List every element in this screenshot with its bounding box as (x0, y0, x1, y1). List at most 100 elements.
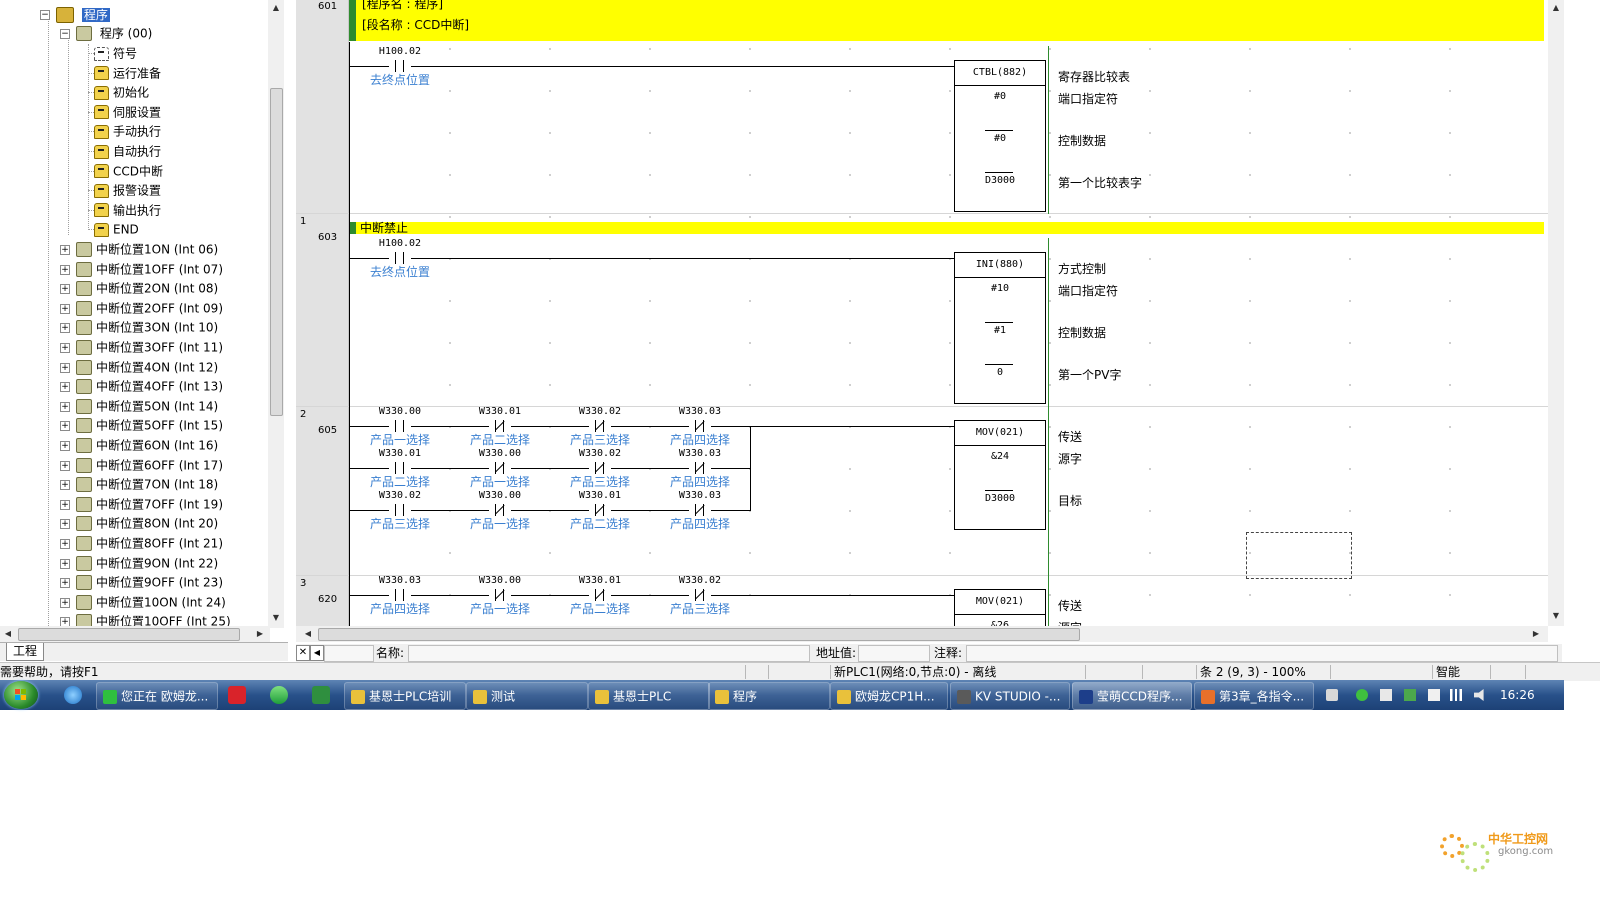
volume-icon[interactable] (1474, 689, 1484, 701)
tree-horizontal-scrollbar[interactable]: ◀ ▶ (0, 626, 270, 642)
tree-item-root[interactable]: 程序 (56, 5, 110, 23)
cursor-selection-box[interactable] (1246, 532, 1352, 579)
tree-item-section[interactable]: END (94, 220, 139, 238)
instruction-block[interactable]: MOV(021) &24 D3000 (954, 420, 1046, 530)
taskbar-button[interactable]: 第3章_各指令... (1194, 682, 1314, 710)
tree-item-section[interactable]: 初始化 (94, 83, 149, 101)
start-button[interactable] (4, 681, 38, 709)
expand-toggle[interactable]: + (60, 284, 70, 295)
expand-toggle[interactable]: + (60, 460, 70, 471)
internet-explorer-icon[interactable] (64, 686, 82, 704)
scroll-up-arrow[interactable]: ▲ (1548, 0, 1564, 16)
media-player-icon[interactable] (270, 686, 288, 704)
instruction-block[interactable]: MOV(021) &26 (954, 589, 1046, 626)
expand-toggle[interactable]: + (60, 558, 70, 569)
tree-item-task[interactable]: 中断位置3OFF (Int 11) (76, 338, 223, 356)
tree-item-section[interactable]: 符号 (94, 44, 137, 62)
tree-item-task[interactable]: 中断位置7OFF (Int 19) (76, 495, 223, 513)
tree-item-section[interactable]: CCD中断 (94, 162, 163, 180)
tree-item-section[interactable]: 自动执行 (94, 142, 161, 160)
address-field[interactable] (858, 645, 930, 662)
scroll-left-arrow[interactable]: ◀ (300, 626, 316, 642)
taskbar-button[interactable]: 基恩士PLC培训 (344, 682, 466, 710)
taskbar-button[interactable]: 测试 (466, 682, 588, 710)
tree-item-section[interactable]: 报警设置 (94, 181, 161, 199)
tree-item-section[interactable]: 手动执行 (94, 122, 161, 140)
network-device-icon[interactable] (1380, 689, 1392, 701)
scroll-right-arrow[interactable]: ▶ (1528, 626, 1544, 642)
app-shortcut-icon[interactable] (312, 686, 330, 704)
instruction-block[interactable]: INI(880) #10 #1 0 (954, 252, 1046, 404)
scroll-left-arrow[interactable]: ◀ (0, 626, 16, 642)
taskbar-button[interactable]: 基恩士PLC (588, 682, 710, 710)
dock-arrow-icon[interactable]: ◀ (310, 645, 324, 661)
scroll-thumb[interactable] (18, 628, 240, 641)
security-icon[interactable] (1404, 689, 1416, 701)
ladder-vertical-scrollbar[interactable]: ▲ ▼ (1548, 0, 1564, 626)
expand-toggle[interactable]: + (60, 480, 70, 491)
tree-item-task[interactable]: 中断位置2OFF (Int 09) (76, 299, 223, 317)
expand-toggle[interactable]: + (60, 499, 70, 510)
ladder-diagram[interactable]: 601 1 603 2 605 3 620 [程序名 : 程序] [段名称 : CCD中断]… (296, 0, 1562, 626)
expand-toggle[interactable]: + (60, 245, 70, 255)
expand-toggle[interactable]: + (60, 578, 70, 589)
expand-toggle[interactable]: + (60, 519, 70, 530)
tree-vertical-scrollbar[interactable]: ▲ ▼ (268, 0, 284, 628)
collapse-toggle[interactable]: − (60, 29, 70, 39)
tree-item-task[interactable]: 中断位置7ON (Int 18) (76, 475, 218, 493)
expand-toggle[interactable]: + (60, 401, 70, 412)
expand-toggle[interactable]: + (60, 264, 70, 275)
expand-toggle[interactable]: + (60, 343, 70, 353)
signal-icon[interactable] (1450, 689, 1462, 701)
taskbar-button[interactable]: 欧姆龙CP1H... (830, 682, 948, 710)
taskbar-button[interactable]: 您正在 欧姆龙... (96, 682, 218, 710)
taskbar-button[interactable]: KV STUDIO -... (950, 682, 1070, 710)
tree-item-task[interactable]: 中断位置8ON (Int 20) (76, 514, 218, 532)
tree-item-task[interactable]: 中断位置2ON (Int 08) (76, 279, 218, 297)
clock[interactable]: 16:26 (1500, 680, 1535, 710)
tree-item-task[interactable]: 中断位置5OFF (Int 15) (76, 416, 223, 434)
project-tree[interactable]: − 程序 − 程序 (00) 符号运行准备 初始化伺服设置 手动执行自动执行 CCD中… (0, 0, 288, 628)
scroll-down-arrow[interactable]: ▼ (268, 610, 284, 626)
expand-toggle[interactable]: + (60, 441, 70, 451)
tree-item-task[interactable]: 中断位置5ON (Int 14) (76, 397, 218, 415)
name-field[interactable] (408, 645, 810, 662)
tab-project[interactable]: 工程 (6, 643, 45, 661)
expand-toggle[interactable]: + (60, 303, 70, 314)
tree-item-task[interactable]: 中断位置9ON (Int 22) (76, 554, 218, 572)
tree-item-section[interactable]: 伺服设置 (94, 103, 161, 121)
tree-item-task[interactable]: 中断位置1ON (Int 06) (76, 240, 218, 258)
tree-item-program[interactable]: 程序 (00) (76, 24, 152, 42)
keyboard-icon[interactable] (1326, 689, 1338, 701)
app-shortcut-icon[interactable] (228, 686, 246, 704)
chat-icon[interactable] (1356, 689, 1368, 701)
scroll-right-arrow[interactable]: ▶ (252, 626, 268, 642)
tree-item-task[interactable]: 中断位置1OFF (Int 07) (76, 260, 223, 278)
tree-item-task[interactable]: 中断位置10ON (Int 24) (76, 593, 226, 611)
tree-item-task[interactable]: 中断位置4ON (Int 12) (76, 358, 218, 376)
ladder-horizontal-scrollbar[interactable]: ◀ ▶ (296, 626, 1548, 642)
tree-item-task[interactable]: 中断位置4OFF (Int 13) (76, 377, 223, 395)
scroll-down-arrow[interactable]: ▼ (1548, 608, 1564, 624)
expand-toggle[interactable]: + (60, 382, 70, 393)
expand-toggle[interactable]: + (60, 539, 70, 549)
tree-item-task[interactable]: 中断位置6OFF (Int 17) (76, 456, 223, 474)
scroll-thumb[interactable] (318, 628, 1080, 641)
expand-toggle[interactable]: + (60, 421, 70, 432)
tree-item-task[interactable]: 中断位置9OFF (Int 23) (76, 573, 223, 591)
comment-field[interactable] (966, 645, 1558, 662)
instruction-block[interactable]: CTBL(882) #0 #0 D3000 (954, 60, 1046, 212)
taskbar-button[interactable]: 程序 (708, 682, 830, 710)
scroll-thumb[interactable] (270, 88, 283, 416)
scroll-up-arrow[interactable]: ▲ (268, 0, 284, 16)
collapse-toggle[interactable]: − (40, 10, 50, 20)
expand-toggle[interactable]: + (60, 362, 70, 373)
tree-item-section[interactable]: 运行准备 (94, 64, 161, 82)
tree-item-task[interactable]: 中断位置6ON (Int 16) (76, 436, 218, 454)
expand-toggle[interactable]: + (60, 323, 70, 334)
taskbar-button[interactable]: 莹萌CCD程序... (1072, 682, 1192, 710)
tree-item-task[interactable]: 中断位置8OFF (Int 21) (76, 534, 223, 552)
tree-item-section[interactable]: 输出执行 (94, 201, 161, 219)
tree-item-task[interactable]: 中断位置3ON (Int 10) (76, 318, 218, 336)
close-icon[interactable]: ✕ (296, 645, 310, 661)
